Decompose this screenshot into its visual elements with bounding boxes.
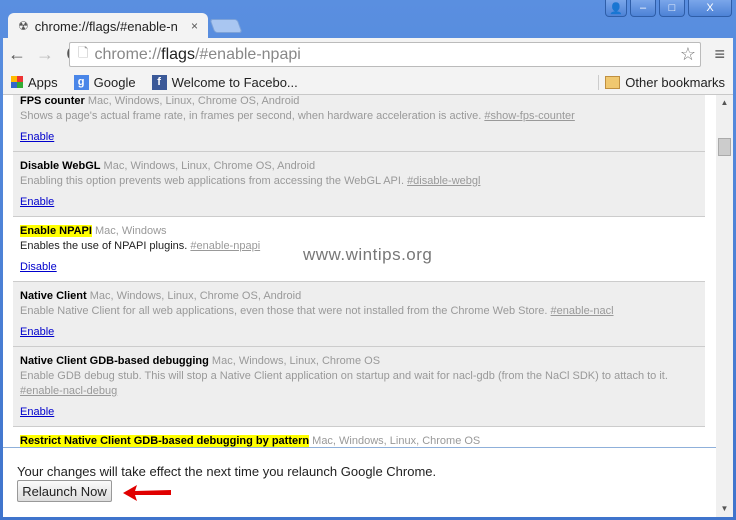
other-bookmarks[interactable]: Other bookmarks: [598, 74, 725, 90]
bookmarks-bar: Apps g Google f Welcome to Facebo... Other…: [3, 70, 733, 95]
experiment-description: Enabling this option prevents web applic…: [20, 175, 404, 187]
facebook-icon: f: [151, 74, 167, 90]
experiment-anchor-link[interactable]: #enable-nacl-debug: [20, 385, 117, 397]
minimize-button[interactable]: –: [630, 0, 656, 17]
tab-flags[interactable]: ☢ chrome://flags/#enable-n ×: [8, 13, 208, 39]
experiment-platforms: Mac, Windows, Linux, Chrome OS, Android: [103, 160, 316, 172]
experiment-title: Native Client GDB-based debugging: [20, 355, 209, 367]
bookmark-facebook[interactable]: f Welcome to Facebo...: [151, 74, 298, 90]
experiment-toggle-link[interactable]: Enable: [20, 405, 54, 420]
experiment-description: Enable GDB debug stub. This will stop a …: [20, 370, 668, 382]
experiment-platforms: Mac, Windows: [95, 225, 167, 237]
experiment-item: Native Client Mac, Windows, Linux, Chrom…: [13, 282, 705, 347]
experiment-platforms: Mac, Windows, Linux, Chrome OS: [312, 435, 481, 447]
google-icon: g: [73, 74, 89, 90]
experiment-anchor-link[interactable]: #disable-webgl: [407, 175, 480, 187]
flags-page: FPS counter Mac, Windows, Linux, Chrome …: [3, 95, 716, 447]
experiment-item: Native Client GDB-based debugging Mac, W…: [13, 347, 705, 427]
experiment-item: Disable WebGL Mac, Windows, Linux, Chrom…: [13, 152, 705, 217]
experiment-anchor-link[interactable]: #enable-nacl: [551, 305, 614, 317]
experiment-anchor-link[interactable]: #show-fps-counter: [484, 110, 575, 122]
folder-icon: [605, 75, 621, 89]
url-rest: /#enable-npapi: [194, 45, 301, 63]
experiment-platforms: Mac, Windows, Linux, Chrome OS, Android: [89, 290, 302, 302]
scroll-down-icon[interactable]: ▼: [716, 501, 733, 517]
experiment-description: Enable Native Client for all web applica…: [20, 305, 548, 317]
relaunch-message: Your changes will take effect the next t…: [17, 464, 437, 479]
scroll-thumb[interactable]: [718, 138, 731, 156]
experiment-title: FPS counter: [20, 95, 85, 107]
flags-icon: ☢: [18, 19, 29, 33]
toolbar: ← → C 🗋 chrome://flags/#enable-npapi ☆ ≡: [3, 38, 733, 70]
address-bar[interactable]: 🗋 chrome://flags/#enable-npapi ☆: [69, 42, 701, 67]
experiment-item: FPS counter Mac, Windows, Linux, Chrome …: [13, 95, 705, 152]
watermark: www.wintips.org: [303, 245, 433, 264]
url-prefix: chrome://: [94, 45, 162, 63]
experiments-list: FPS counter Mac, Windows, Linux, Chrome …: [13, 95, 705, 447]
window-controls: 👤 – □ X: [605, 0, 732, 17]
experiment-description: Enables the use of NPAPI plugins.: [20, 240, 188, 252]
experiment-title: Restrict Native Client GDB-based debuggi…: [20, 435, 310, 447]
experiment-toggle-link[interactable]: Enable: [20, 130, 54, 145]
experiment-platforms: Mac, Windows, Linux, Chrome OS: [211, 355, 381, 367]
experiment-title: Enable NPAPI: [20, 225, 92, 237]
experiment-description: Shows a page's actual frame rate, in fra…: [20, 110, 482, 122]
close-window-button[interactable]: X: [688, 0, 732, 17]
tab-title: chrome://flags/#enable-n: [34, 18, 178, 34]
profile-button[interactable]: 👤: [605, 0, 627, 17]
chrome-menu-button[interactable]: ≡: [714, 44, 725, 65]
bookmark-label: Welcome to Facebo...: [171, 74, 298, 90]
other-bookmarks-label: Other bookmarks: [625, 74, 725, 90]
page-icon: 🗋: [78, 44, 89, 60]
bookmark-apps[interactable]: Apps: [11, 75, 58, 90]
maximize-button[interactable]: □: [659, 0, 685, 17]
scroll-up-icon[interactable]: ▲: [716, 95, 733, 111]
red-arrow-icon: [123, 485, 171, 501]
scrollbar[interactable]: ▲ ▼: [716, 95, 733, 517]
experiment-anchor-link[interactable]: #enable-npapi: [190, 240, 260, 252]
bookmark-label: Apps: [28, 74, 58, 90]
experiment-platforms: Mac, Windows, Linux, Chrome OS, Android: [87, 95, 300, 107]
experiment-toggle-link[interactable]: Enable: [20, 325, 54, 340]
relaunch-now-button[interactable]: Relaunch Now: [17, 480, 112, 502]
bookmark-star-icon[interactable]: ☆: [680, 44, 696, 65]
forward-button[interactable]: →: [31, 44, 59, 65]
back-button[interactable]: ←: [3, 44, 31, 65]
new-tab-button[interactable]: [209, 19, 243, 33]
bookmark-label: Google: [93, 74, 136, 90]
url-host: flags: [161, 45, 195, 63]
experiment-toggle-link[interactable]: Disable: [20, 260, 57, 275]
experiment-title: Native Client: [20, 290, 87, 302]
experiment-toggle-link[interactable]: Enable: [20, 195, 54, 210]
experiment-item: Restrict Native Client GDB-based debuggi…: [13, 427, 705, 447]
apps-grid-icon: [11, 76, 23, 88]
bookmark-google[interactable]: g Google: [73, 74, 136, 90]
experiment-title: Disable WebGL: [20, 160, 101, 172]
tab-close-icon[interactable]: ×: [191, 19, 198, 33]
relaunch-bar: Your changes will take effect the next t…: [3, 447, 716, 517]
